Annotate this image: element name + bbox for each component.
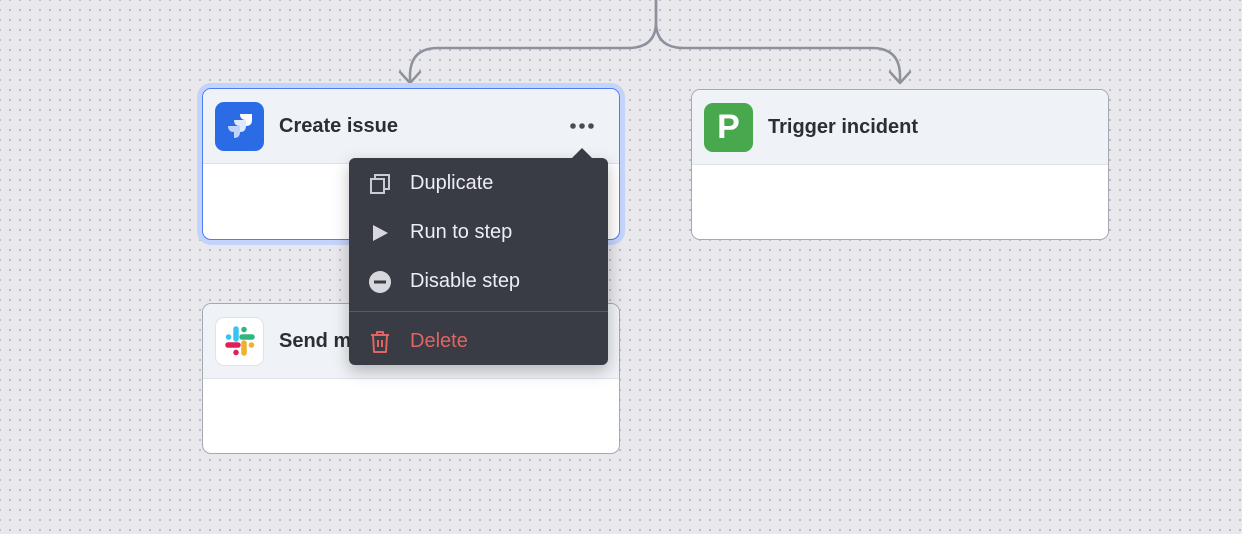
menu-item-label: Disable step bbox=[410, 270, 521, 292]
workflow-connectors bbox=[398, 0, 912, 85]
menu-item-run-to-step[interactable]: Run to step bbox=[349, 208, 608, 257]
menu-divider bbox=[349, 311, 608, 312]
disable-icon bbox=[368, 270, 392, 294]
duplicate-icon bbox=[368, 172, 392, 196]
step-card-header: P Trigger incident bbox=[692, 90, 1108, 165]
step-context-menu: Duplicate Run to step Disable step Delet… bbox=[349, 148, 608, 366]
menu-item-delete[interactable]: Delete bbox=[349, 317, 608, 366]
menu-item-disable-step[interactable]: Disable step bbox=[349, 257, 608, 306]
play-icon bbox=[368, 221, 392, 245]
step-card-header: Create issue bbox=[203, 89, 619, 164]
menu-pointer bbox=[571, 148, 593, 159]
menu-item-label: Run to step bbox=[410, 221, 513, 243]
slack-icon bbox=[215, 316, 264, 366]
connector-right bbox=[654, 0, 902, 84]
trash-icon bbox=[368, 330, 392, 354]
step-card-title: Trigger incident bbox=[768, 115, 919, 138]
more-options-button[interactable] bbox=[567, 115, 597, 137]
menu-item-duplicate[interactable]: Duplicate bbox=[349, 159, 608, 208]
connector-left bbox=[408, 0, 658, 84]
pagerduty-icon: P bbox=[704, 102, 753, 152]
jira-icon bbox=[215, 101, 264, 151]
step-card-title: Create issue bbox=[279, 114, 398, 137]
menu-item-label: Duplicate bbox=[410, 172, 494, 194]
menu-item-label: Delete bbox=[410, 330, 468, 352]
step-card-trigger-incident[interactable]: P Trigger incident bbox=[691, 89, 1109, 240]
more-dots-icon bbox=[570, 123, 594, 129]
